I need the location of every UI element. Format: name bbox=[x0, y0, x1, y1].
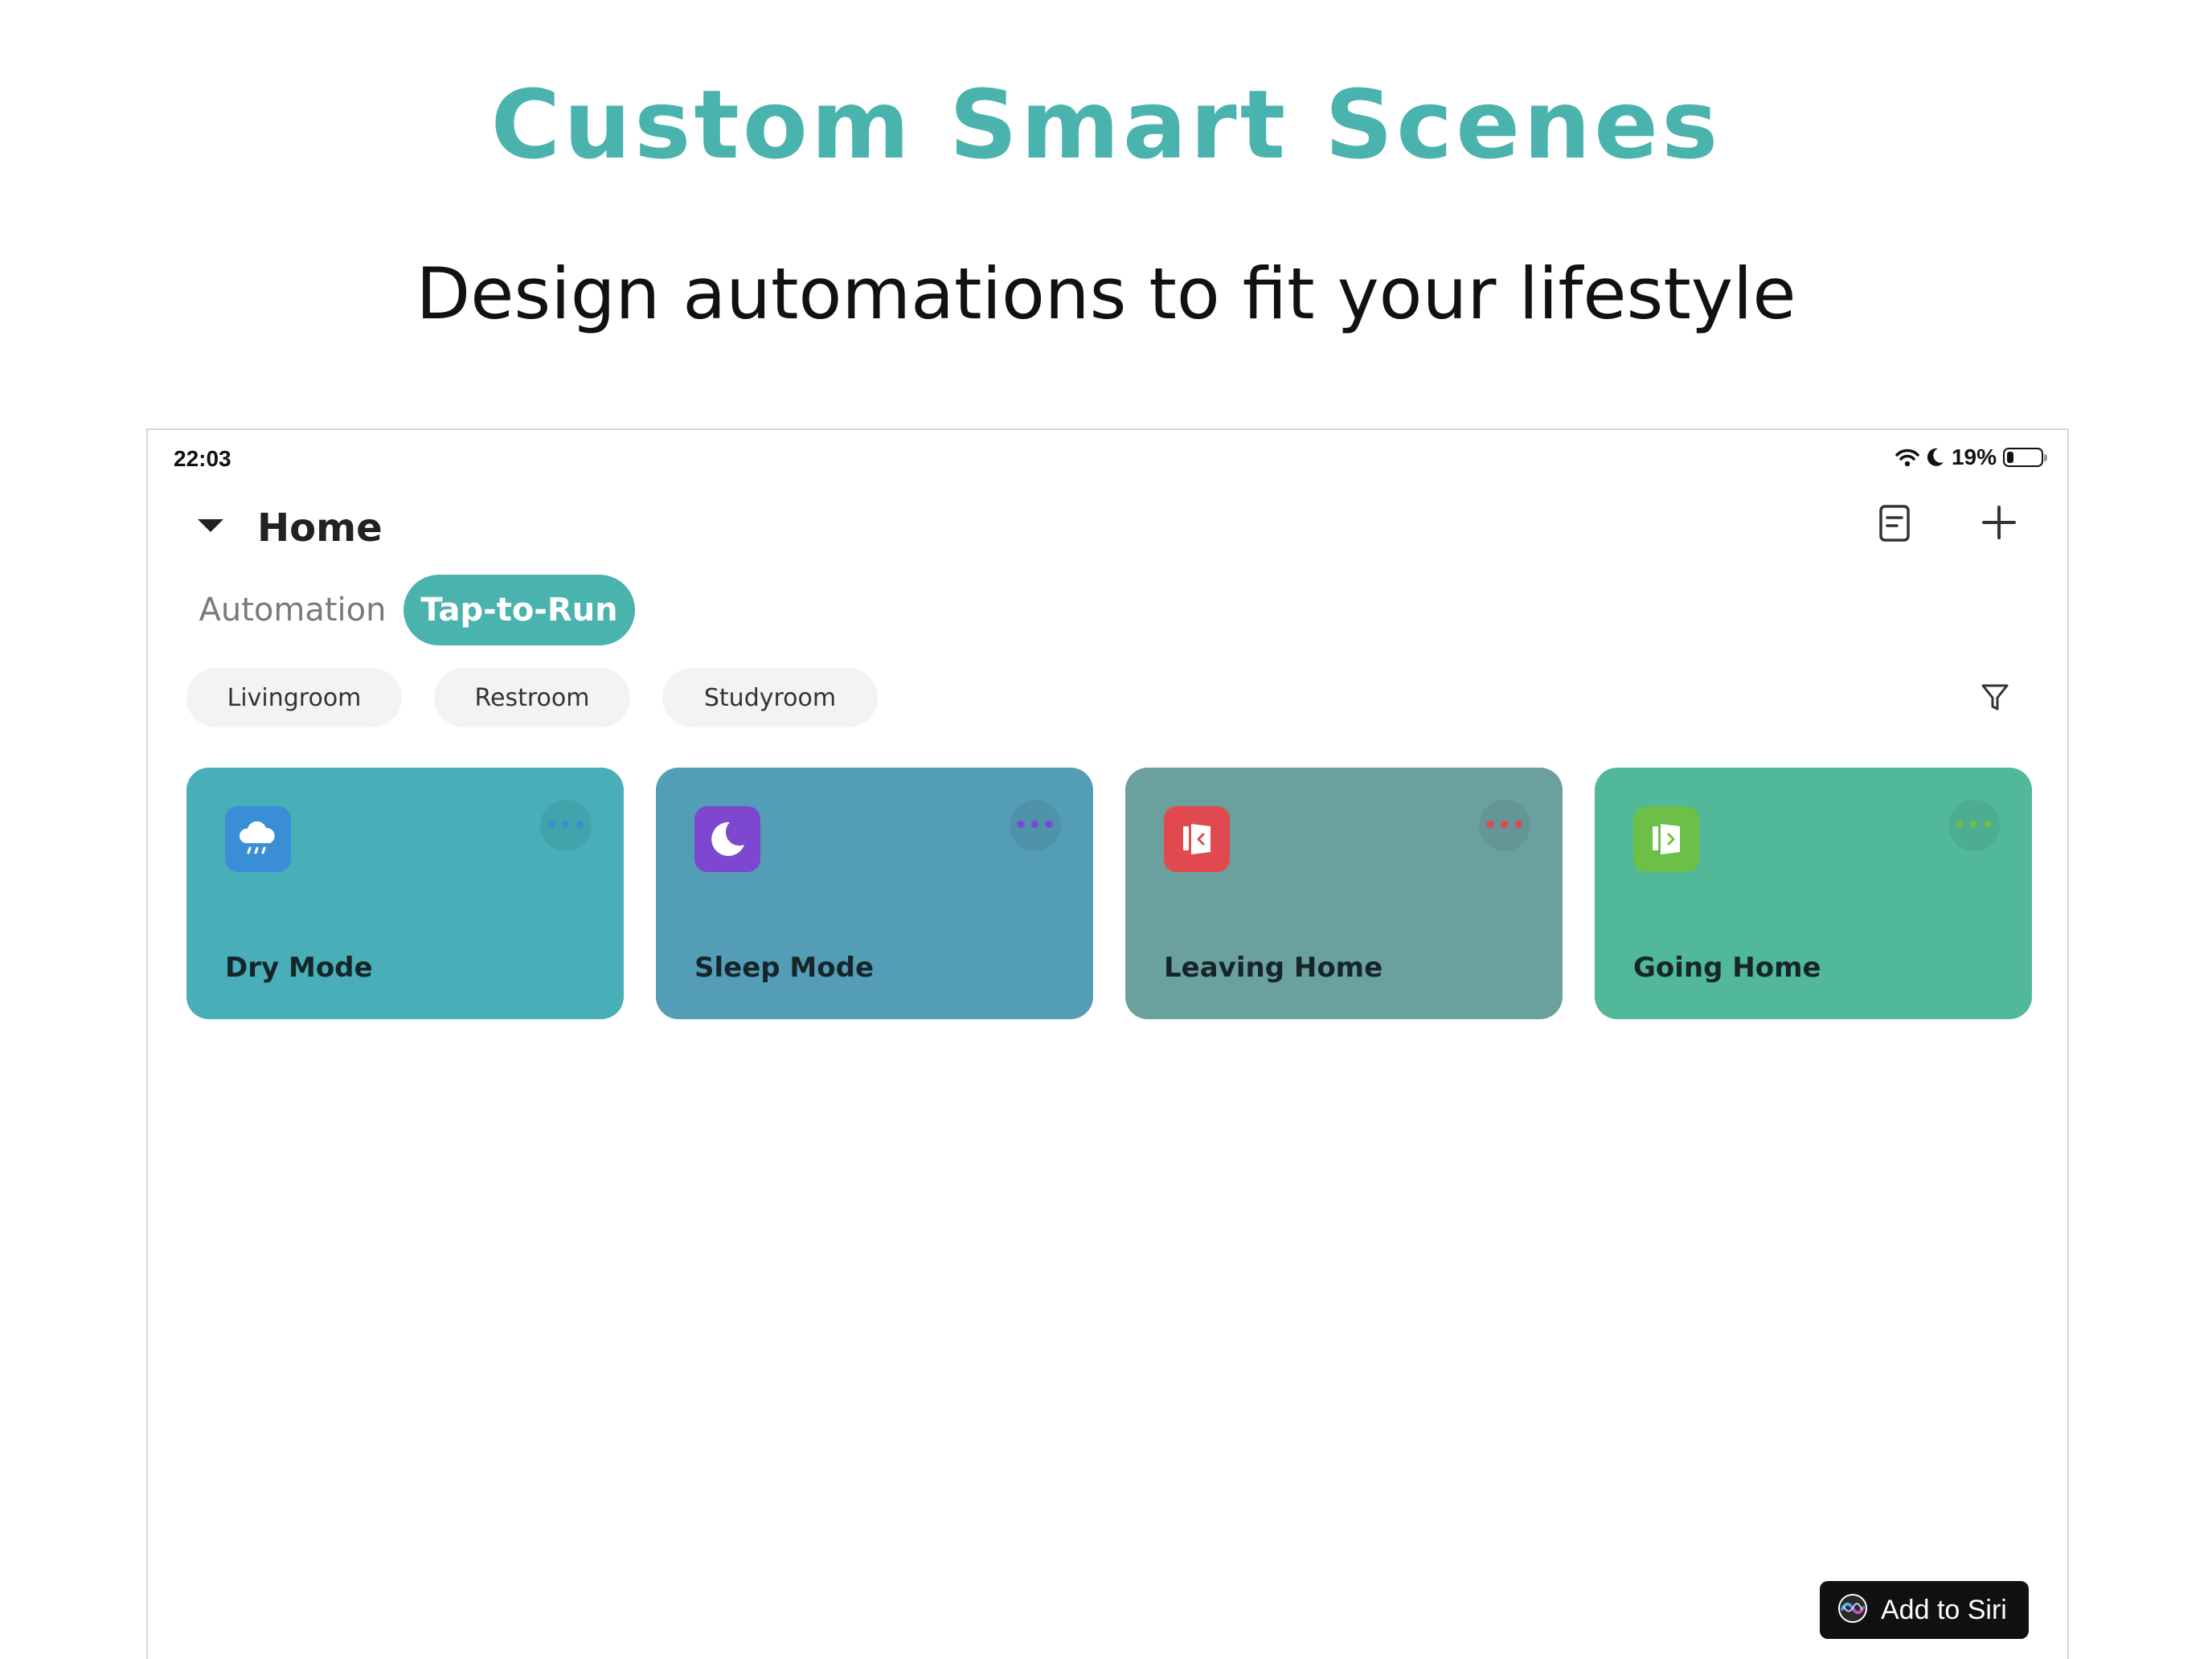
scene-card-going-home[interactable]: ••• Going Home bbox=[1595, 768, 2032, 1019]
chip-livingroom[interactable]: Livingroom bbox=[186, 668, 402, 727]
home-selector[interactable]: Home bbox=[257, 506, 383, 551]
scene-card-leaving-home[interactable]: ••• Leaving Home bbox=[1125, 768, 1563, 1019]
chip-restroom[interactable]: Restroom bbox=[434, 668, 630, 727]
scene-label: Sleep Mode bbox=[694, 952, 875, 984]
caret-down-icon[interactable] bbox=[196, 517, 225, 538]
chip-studyroom[interactable]: Studyroom bbox=[662, 668, 878, 727]
tab-tap-to-run[interactable]: Tap-to-Run bbox=[403, 575, 635, 645]
scene-label: Leaving Home bbox=[1164, 952, 1383, 984]
door-exit-icon bbox=[1164, 806, 1230, 872]
tab-automation[interactable]: Automation bbox=[188, 575, 397, 645]
scene-label: Going Home bbox=[1633, 952, 1821, 984]
card-more-button[interactable]: ••• bbox=[1479, 800, 1530, 851]
card-more-button[interactable]: ••• bbox=[540, 800, 592, 851]
document-icon[interactable] bbox=[1878, 504, 1911, 546]
room-filter-bar: Livingroom Restroom Studyroom bbox=[186, 668, 2035, 729]
filter-icon[interactable] bbox=[1981, 682, 2009, 716]
status-time: 22:03 bbox=[174, 446, 231, 471]
moon-icon bbox=[694, 806, 760, 872]
cloud-rain-icon bbox=[225, 806, 291, 872]
scene-label: Dry Mode bbox=[225, 952, 373, 984]
status-bar: 22:03 19% bbox=[148, 444, 2067, 477]
card-more-button[interactable]: ••• bbox=[1010, 800, 1061, 851]
hero-subtitle: Design automations to fit your lifestyle bbox=[416, 252, 1796, 335]
battery-nub bbox=[2044, 454, 2047, 461]
moon-icon bbox=[1926, 447, 1945, 468]
siri-icon bbox=[1837, 1593, 1868, 1627]
door-enter-icon bbox=[1633, 806, 1699, 872]
plus-icon[interactable] bbox=[1981, 504, 2017, 544]
tablet-screen: 22:03 19% Home Automation Tap-to-Run Liv… bbox=[146, 428, 2069, 1659]
header: Home bbox=[148, 498, 2067, 562]
scene-card-sleep-mode[interactable]: ••• Sleep Mode bbox=[656, 768, 1093, 1019]
battery-percent: 19% bbox=[1951, 444, 1997, 469]
add-to-siri-button[interactable]: Add to Siri bbox=[1820, 1581, 2029, 1639]
card-more-button[interactable]: ••• bbox=[1948, 800, 2000, 851]
battery-fill bbox=[2007, 452, 2013, 463]
status-indicators: 19% bbox=[1895, 444, 2047, 470]
app-store-screenshot: Custom Smart Scenes Design automations t… bbox=[0, 0, 2212, 1659]
scene-card-dry-mode[interactable]: ••• Dry Mode bbox=[186, 768, 624, 1019]
add-to-siri-label: Add to Siri bbox=[1881, 1594, 2007, 1625]
wifi-icon bbox=[1895, 448, 1919, 467]
scene-grid: ••• Dry Mode ••• Sleep Mode ••• Leaving … bbox=[186, 768, 2032, 1021]
hero-title: Custom Smart Scenes bbox=[490, 69, 1722, 180]
battery-icon bbox=[2003, 448, 2047, 467]
